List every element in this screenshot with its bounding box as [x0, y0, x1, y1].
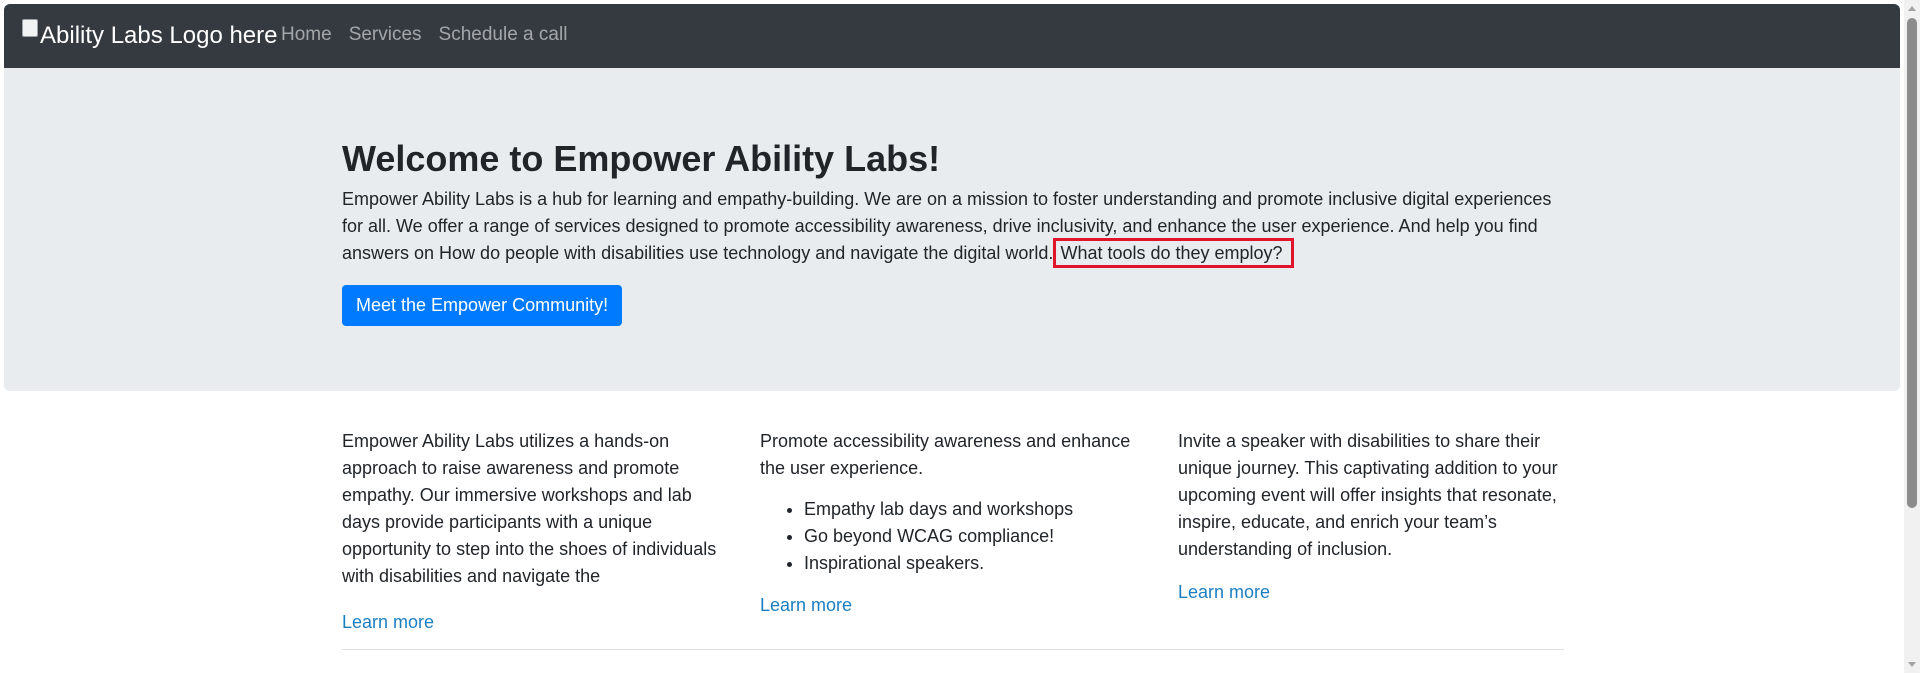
top-navbar: Ability Labs Logo here Home Services Sch…: [4, 4, 1900, 68]
hero-highlighted-question: What tools do they employ?: [1053, 238, 1294, 268]
page: Ability Labs Logo here Home Services Sch…: [4, 4, 1900, 673]
hero-description: Empower Ability Labs is a hub for learni…: [342, 186, 1564, 268]
broken-image-icon: [22, 19, 38, 37]
column-text: Empower Ability Labs utilizes a hands-on…: [342, 431, 717, 586]
column-text: Invite a speaker with disabilities to sh…: [1178, 431, 1558, 559]
nav-link-schedule-call[interactable]: Schedule a call: [439, 24, 568, 46]
nav-links: Home Services Schedule a call: [281, 24, 567, 46]
service-column-awareness: Promote accessibility awareness and enha…: [760, 428, 1150, 619]
scroll-up-arrow-icon[interactable]: [1908, 6, 1916, 11]
vertical-scrollbar[interactable]: [1904, 0, 1920, 673]
hero-description-main: Empower Ability Labs is a hub for learni…: [342, 189, 1552, 263]
nav-link-services[interactable]: Services: [349, 24, 422, 46]
section-divider: [342, 649, 1564, 650]
brand-logo-link[interactable]: Ability Labs Logo here: [22, 19, 278, 51]
learn-more-link-workshops[interactable]: Learn more: [342, 609, 434, 636]
list-item: Go beyond WCAG compliance!: [804, 523, 1150, 550]
meet-community-button[interactable]: Meet the Empower Community!: [342, 285, 623, 326]
hero-jumbotron: Welcome to Empower Ability Labs! Empower…: [4, 68, 1900, 391]
learn-more-link-speakers[interactable]: Learn more: [1178, 579, 1270, 606]
learn-more-link-awareness[interactable]: Learn more: [760, 592, 852, 619]
list-item: Inspirational speakers.: [804, 550, 1150, 577]
hero-title: Welcome to Empower Ability Labs!: [342, 138, 941, 179]
brand-logo-alt-text: Ability Labs Logo here: [40, 22, 278, 49]
scroll-down-arrow-icon[interactable]: [1908, 662, 1916, 667]
column-text: Promote accessibility awareness and enha…: [760, 431, 1131, 478]
service-column-workshops: Empower Ability Labs utilizes a hands-on…: [342, 428, 732, 636]
scrollbar-thumb[interactable]: [1907, 18, 1917, 508]
services-list: Empathy lab days and workshops Go beyond…: [760, 496, 1150, 577]
service-column-speakers: Invite a speaker with disabilities to sh…: [1178, 428, 1568, 606]
list-item: Empathy lab days and workshops: [804, 496, 1150, 523]
nav-link-home[interactable]: Home: [281, 24, 332, 46]
